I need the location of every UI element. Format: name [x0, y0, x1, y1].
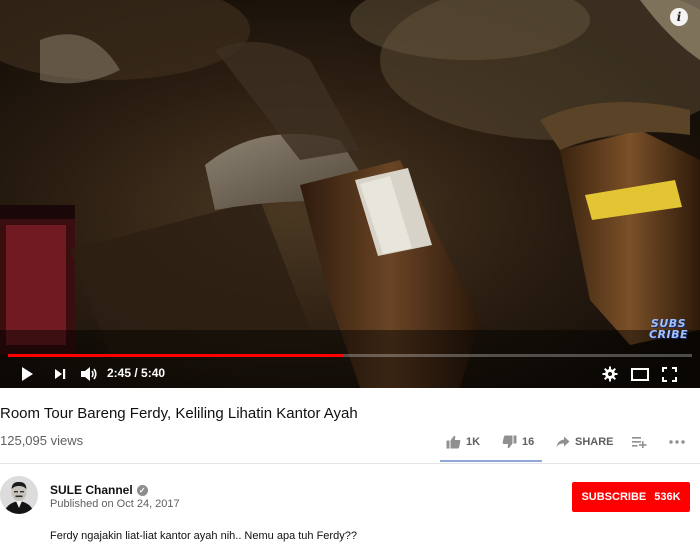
- like-button[interactable]: 1K: [446, 432, 480, 452]
- like-count: 1K: [466, 436, 481, 448]
- volume-icon[interactable]: [78, 364, 100, 384]
- video-frame: [0, 0, 700, 388]
- watermark-line-2: CRIBE: [648, 328, 688, 341]
- progress-played: [8, 354, 344, 357]
- channel-name[interactable]: SULE Channel ✓: [50, 483, 148, 497]
- dislike-button[interactable]: 16: [502, 432, 534, 452]
- share-icon: [556, 436, 570, 447]
- share-label: SHARE: [575, 436, 614, 448]
- avatar[interactable]: [0, 476, 38, 514]
- thumbs-down-icon: [502, 435, 517, 449]
- progress-bar[interactable]: [8, 354, 692, 357]
- like-ratio-bar: [440, 460, 542, 462]
- video-title: Room Tour Bareng Ferdy, Keliling Lihatin…: [0, 405, 358, 422]
- channel-name-label: SULE Channel: [50, 483, 133, 497]
- play-icon[interactable]: [17, 364, 37, 384]
- player-controls: 2:45 / 5:40: [0, 360, 700, 388]
- thumbs-up-icon: [446, 435, 461, 449]
- video-description: Ferdy ngajakin liat-liat kantor ayah nih…: [50, 530, 357, 542]
- fullscreen-icon[interactable]: [658, 364, 680, 384]
- subscriber-count: 536K: [654, 491, 681, 503]
- verified-icon: ✓: [136, 484, 148, 496]
- theater-icon[interactable]: [628, 364, 652, 384]
- view-count: 125,095 views: [0, 433, 84, 448]
- next-icon[interactable]: [50, 364, 70, 384]
- subscribe-label: SUBSCRIBE: [581, 491, 647, 503]
- settings-icon[interactable]: [600, 364, 620, 384]
- divider: [0, 463, 700, 464]
- subscribe-button[interactable]: SUBSCRIBE 536K: [572, 482, 690, 512]
- share-button[interactable]: SHARE: [556, 432, 614, 452]
- video-player[interactable]: i SUBS CRIBE 2:45 / 5:40: [0, 0, 700, 388]
- info-icon[interactable]: i: [670, 8, 688, 26]
- publish-date: Published on Oct 24, 2017: [50, 498, 180, 510]
- more-icon[interactable]: [668, 432, 686, 452]
- add-to-playlist-icon[interactable]: [632, 432, 647, 452]
- subscribe-watermark[interactable]: SUBS CRIBE: [649, 318, 688, 340]
- time-display: 2:45 / 5:40: [107, 366, 166, 380]
- dislike-count: 16: [522, 436, 535, 448]
